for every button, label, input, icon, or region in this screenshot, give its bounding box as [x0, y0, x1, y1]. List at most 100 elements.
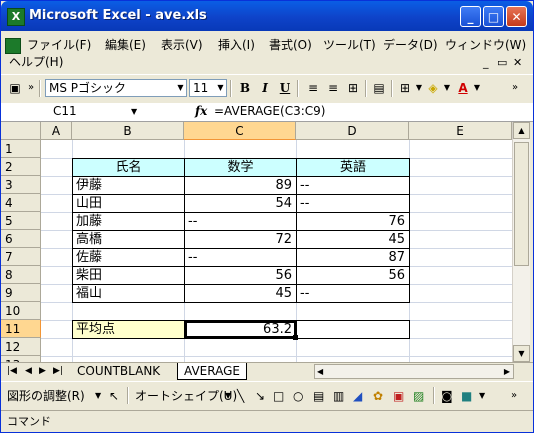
tab-average[interactable]: AVERAGE — [177, 363, 247, 380]
english-cell[interactable]: -- — [296, 194, 410, 213]
chevron-down-icon[interactable]: ▼ — [439, 80, 455, 96]
english-cell[interactable]: 87 — [296, 248, 410, 267]
chevron-down-icon[interactable]: ▼ — [215, 80, 226, 96]
name-box[interactable]: C11 ▼ — [1, 103, 151, 120]
name-cell[interactable]: 伊藤 — [72, 176, 185, 195]
row-header-11[interactable]: 11 — [1, 320, 41, 338]
math-cell[interactable]: 72 — [184, 230, 297, 249]
column-header-b[interactable]: B — [72, 122, 184, 140]
arrow-tool-icon[interactable]: ↘ — [255, 388, 265, 404]
column-header-a[interactable]: A — [41, 122, 72, 140]
tab-countblank[interactable]: COUNTBLANK — [71, 363, 166, 379]
chevron-down-icon[interactable]: ▼ — [469, 80, 485, 96]
align-left-icon[interactable]: ≡ — [305, 80, 321, 96]
empty-cell[interactable] — [296, 320, 410, 339]
minimize-button[interactable]: _ — [460, 6, 481, 27]
row-header-1[interactable]: 1 — [1, 140, 41, 158]
rectangle-tool-icon[interactable]: □ — [273, 388, 284, 404]
chevron-down-icon[interactable]: ▼ — [131, 103, 137, 120]
math-cell[interactable]: -- — [184, 212, 297, 231]
menu-file[interactable]: ファイル(F) — [27, 37, 91, 53]
row-header-12[interactable]: 12 — [1, 338, 41, 356]
toolbar-overflow-icon[interactable]: » — [511, 388, 517, 404]
row-header-10[interactable]: 10 — [1, 302, 41, 320]
menu-data[interactable]: データ(D) — [383, 37, 438, 53]
merge-center-icon[interactable]: ⊞ — [345, 80, 361, 96]
menu-view[interactable]: 表示(V) — [161, 37, 203, 53]
row-header-4[interactable]: 4 — [1, 194, 41, 212]
scroll-up-icon[interactable]: ▲ — [513, 122, 530, 139]
autoshapes-menu-button[interactable]: オートシェイプ(U) — [135, 388, 237, 404]
first-sheet-icon[interactable]: |◀ — [7, 365, 17, 378]
row-header-7[interactable]: 7 — [1, 248, 41, 266]
english-cell[interactable]: 76 — [296, 212, 410, 231]
name-cell[interactable]: 高橋 — [72, 230, 185, 249]
math-cell[interactable]: 89 — [184, 176, 297, 195]
english-cell[interactable]: -- — [296, 176, 410, 195]
next-sheet-icon[interactable]: ▶ — [39, 365, 46, 378]
header-cell-math[interactable]: 数学 — [184, 158, 297, 177]
vertical-textbox-icon[interactable]: ▥ — [333, 388, 344, 404]
font-size-select[interactable]: 11 ▼ — [189, 79, 227, 97]
menu-insert[interactable]: 挿入(I) — [218, 37, 255, 53]
fill-handle[interactable] — [293, 335, 298, 340]
row-header-2[interactable]: 2 — [1, 158, 41, 176]
line-tool-icon[interactable]: ╲ — [237, 388, 244, 404]
column-header-d[interactable]: D — [296, 122, 409, 140]
last-sheet-icon[interactable]: ▶| — [53, 365, 63, 378]
math-cell[interactable]: 45 — [184, 284, 297, 303]
save-icon[interactable]: ▣ — [7, 80, 23, 96]
chevron-down-icon[interactable]: ▼ — [479, 388, 485, 404]
english-cell[interactable]: 56 — [296, 266, 410, 285]
menu-help[interactable]: ヘルプ(H) — [9, 54, 63, 70]
oval-tool-icon[interactable]: ○ — [293, 388, 303, 404]
scroll-left-icon[interactable]: ◀ — [317, 365, 323, 378]
select-objects-icon[interactable]: ↖ — [109, 388, 119, 404]
scroll-right-icon[interactable]: ▶ — [504, 365, 510, 378]
align-center-icon[interactable]: ≡ — [325, 80, 341, 96]
column-header-e[interactable]: E — [409, 122, 512, 140]
worksheet-grid[interactable]: A B C D E 1 2 3 4 5 6 7 8 9 10 11 12 13 — [1, 122, 512, 362]
header-cell-english[interactable]: 英語 — [296, 158, 410, 177]
english-cell[interactable]: -- — [296, 284, 410, 303]
english-cell[interactable]: 45 — [296, 230, 410, 249]
scroll-down-icon[interactable]: ▼ — [513, 345, 530, 362]
clipart-icon[interactable]: ▣ — [393, 388, 404, 404]
menu-format[interactable]: 書式(O) — [269, 37, 312, 53]
scroll-thumb[interactable] — [514, 142, 529, 266]
3d-style-icon[interactable]: ■ — [461, 388, 472, 404]
name-cell[interactable]: 柴田 — [72, 266, 185, 285]
row-header-9[interactable]: 9 — [1, 284, 41, 302]
toolbar-overflow-icon[interactable]: » — [23, 80, 39, 96]
row-header-3[interactable]: 3 — [1, 176, 41, 194]
underline-button[interactable]: U — [277, 80, 293, 96]
prev-sheet-icon[interactable]: ◀ — [25, 365, 32, 378]
chevron-down-icon[interactable]: ▼ — [175, 80, 186, 96]
horizontal-scrollbar[interactable]: ◀ ▶ — [314, 364, 514, 379]
doc-close-button[interactable]: ✕ — [513, 56, 522, 69]
doc-minimize-button[interactable]: _ — [483, 56, 489, 69]
diagram-icon[interactable]: ✿ — [373, 388, 383, 404]
row-header-8[interactable]: 8 — [1, 266, 41, 284]
chevron-down-icon[interactable]: ▼ — [225, 388, 231, 404]
name-cell[interactable]: 山田 — [72, 194, 185, 213]
math-cell[interactable]: -- — [184, 248, 297, 267]
menu-tools[interactable]: ツール(T) — [323, 37, 376, 53]
close-button[interactable]: ✕ — [506, 6, 527, 27]
select-all-corner[interactable] — [1, 122, 41, 140]
menu-edit[interactable]: 編集(E) — [105, 37, 146, 53]
formula-input[interactable]: =AVERAGE(C3:C9) — [214, 103, 325, 120]
bold-button[interactable]: B — [237, 80, 253, 96]
workbook-icon[interactable] — [5, 38, 21, 54]
maximize-button[interactable]: □ — [483, 6, 504, 27]
currency-style-icon[interactable]: ▤ — [371, 80, 387, 96]
italic-button[interactable]: I — [257, 80, 273, 96]
excel-icon[interactable]: X — [7, 8, 25, 26]
toolbar-overflow-icon[interactable]: » — [507, 80, 523, 96]
column-header-c[interactable]: C — [184, 122, 296, 140]
shadow-style-icon[interactable]: ◙ — [441, 388, 453, 404]
vertical-scrollbar[interactable]: ▲ ▼ — [512, 122, 530, 362]
name-cell[interactable]: 福山 — [72, 284, 185, 303]
average-value-cell[interactable]: 63.2 — [184, 320, 297, 339]
wordart-icon[interactable]: ◢ — [353, 388, 362, 404]
